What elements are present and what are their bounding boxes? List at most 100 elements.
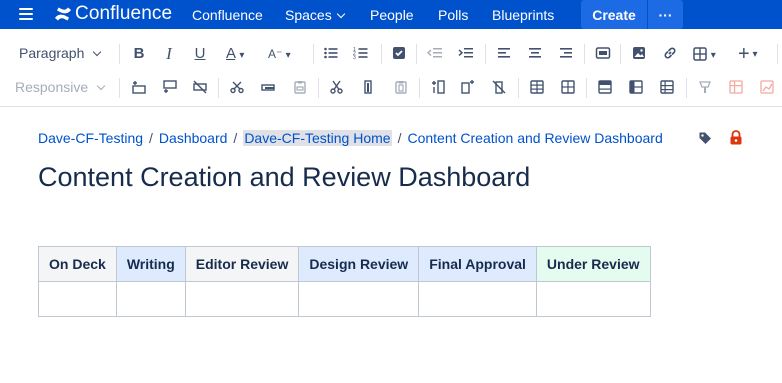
table-cell[interactable] — [298, 281, 420, 317]
delete-column-icon[interactable] — [490, 79, 508, 97]
table-header-cell[interactable]: Design Review — [298, 246, 420, 282]
menu-icon[interactable] — [19, 8, 33, 21]
cell-color-icon[interactable] — [696, 79, 714, 97]
table-cell[interactable] — [418, 281, 537, 317]
breadcrumb-item-dashboard[interactable]: Dashboard — [159, 130, 228, 146]
breadcrumb-item-home[interactable]: Dave-CF-Testing Home — [243, 130, 392, 146]
toolbar-divider — [318, 78, 319, 98]
align-left-icon[interactable] — [495, 45, 513, 63]
chevron-down-icon — [96, 81, 106, 91]
delete-row-icon[interactable] — [191, 79, 209, 97]
link-icon[interactable] — [661, 45, 679, 63]
create-button[interactable]: Create — [581, 0, 647, 29]
toolbar-divider — [586, 78, 587, 98]
insert-row-below-icon[interactable] — [161, 79, 179, 97]
toolbar-divider — [218, 78, 219, 98]
bullet-list-icon[interactable] — [322, 45, 340, 63]
paragraph-style-select[interactable]: Paragraph — [19, 45, 102, 61]
top-navigation-bar: Confluence Confluence Spaces People Poll… — [0, 0, 782, 29]
align-right-icon[interactable] — [557, 45, 575, 63]
table-cell[interactable] — [38, 281, 117, 317]
restrictions-lock-icon[interactable] — [729, 130, 743, 145]
insert-table-icon[interactable]: ▾ — [692, 45, 724, 63]
numbered-column-icon[interactable] — [658, 79, 676, 97]
align-center-icon[interactable] — [526, 45, 544, 63]
italic-icon[interactable]: I — [160, 45, 178, 63]
image-icon[interactable] — [630, 45, 648, 63]
breadcrumb: Dave-CF-Testing / Dashboard / Dave-CF-Testin… — [38, 130, 663, 146]
table-header-cell[interactable]: On Deck — [38, 246, 117, 282]
numbered-list-icon[interactable]: 123 — [352, 45, 370, 63]
table-chart-icon[interactable] — [727, 79, 745, 97]
header-row-icon[interactable] — [596, 79, 614, 97]
editor-toolbar-primary: Paragraph B I U A ▾ A⁻ ▾ 123 ▾ + ▾ — [0, 38, 782, 71]
indent-icon[interactable] — [457, 45, 475, 63]
toolbar-divider — [416, 44, 417, 64]
insert-more-icon[interactable]: + ▾ — [738, 44, 772, 64]
cut-row-icon[interactable] — [228, 79, 246, 97]
breadcrumb-separator: / — [397, 130, 402, 146]
toolbar-divider — [518, 78, 519, 98]
nav-item-people[interactable]: People — [370, 7, 414, 23]
chevron-down-icon — [93, 47, 102, 57]
table-cell[interactable] — [115, 281, 186, 317]
task-list-icon[interactable] — [390, 45, 408, 63]
table-width-select[interactable]: Responsive — [15, 79, 106, 95]
toolbar-divider — [381, 44, 382, 64]
cut-column-icon[interactable] — [328, 79, 346, 97]
table-header-cell[interactable]: Final Approval — [418, 246, 537, 282]
toolbar-divider — [119, 78, 120, 98]
svg-text:3: 3 — [353, 55, 356, 61]
toolbar-divider — [485, 44, 486, 64]
copy-row-icon[interactable] — [259, 79, 277, 97]
chart-icon[interactable] — [758, 79, 776, 97]
table-row — [38, 281, 651, 317]
toolbar-divider — [584, 44, 585, 64]
more-formatting-icon[interactable]: A⁻ ▾ — [268, 45, 302, 63]
underline-icon[interactable]: U — [191, 45, 209, 63]
chevron-down-icon — [336, 9, 345, 19]
table-header-cell[interactable]: Editor Review — [184, 246, 300, 282]
breadcrumb-item-current-page[interactable]: Content Creation and Review Dashboard — [407, 130, 662, 146]
toolbar-divider — [119, 44, 120, 64]
breadcrumb-separator: / — [233, 130, 238, 146]
bold-icon[interactable]: B — [130, 45, 148, 63]
table-width-label: Responsive — [15, 79, 89, 95]
nav-item-blueprints[interactable]: Blueprints — [492, 7, 554, 23]
table-cell[interactable] — [184, 281, 300, 317]
label-tag-icon[interactable] — [698, 131, 712, 145]
paste-column-icon[interactable] — [392, 79, 410, 97]
split-cell-icon[interactable] — [559, 79, 577, 97]
toolbar-divider — [686, 78, 687, 98]
merge-cells-icon[interactable] — [528, 79, 546, 97]
nav-item-polls[interactable]: Polls — [438, 7, 468, 23]
paragraph-style-label: Paragraph — [19, 45, 85, 61]
page-title[interactable]: Content Creation and Review Dashboard — [38, 162, 530, 193]
toolbar-divider — [419, 78, 420, 98]
confluence-logo-icon[interactable] — [54, 5, 72, 23]
breadcrumb-separator: / — [149, 130, 153, 146]
editor-toolbar-table: Responsive — [0, 71, 782, 107]
header-column-icon[interactable] — [627, 79, 645, 97]
copy-column-icon[interactable] — [359, 79, 377, 97]
insert-column-after-icon[interactable] — [459, 79, 477, 97]
nav-item-confluence[interactable]: Confluence — [192, 7, 263, 23]
dashboard-table: On Deck Writing Editor Review Design Rev… — [38, 246, 651, 317]
breadcrumb-item-space[interactable]: Dave-CF-Testing — [38, 130, 143, 146]
more-create-options-button[interactable]: ··· — [648, 0, 683, 29]
nav-item-spaces[interactable]: Spaces — [285, 7, 345, 23]
brand-name[interactable]: Confluence — [75, 3, 172, 25]
text-color-icon[interactable]: A ▾ — [226, 45, 260, 63]
table-header-cell[interactable]: Writing — [115, 246, 186, 282]
toolbar-divider — [777, 44, 778, 64]
paste-row-icon[interactable] — [291, 79, 309, 97]
toolbar-divider — [620, 44, 621, 64]
table-header-row: On Deck Writing Editor Review Design Rev… — [38, 246, 651, 282]
table-cell[interactable] — [535, 281, 651, 317]
insert-row-above-icon[interactable] — [130, 79, 148, 97]
table-header-cell[interactable]: Under Review — [535, 246, 651, 282]
outdent-icon[interactable] — [426, 45, 444, 63]
insert-column-before-icon[interactable] — [429, 79, 447, 97]
toolbar-divider — [313, 44, 314, 64]
page-layout-icon[interactable] — [594, 45, 612, 63]
